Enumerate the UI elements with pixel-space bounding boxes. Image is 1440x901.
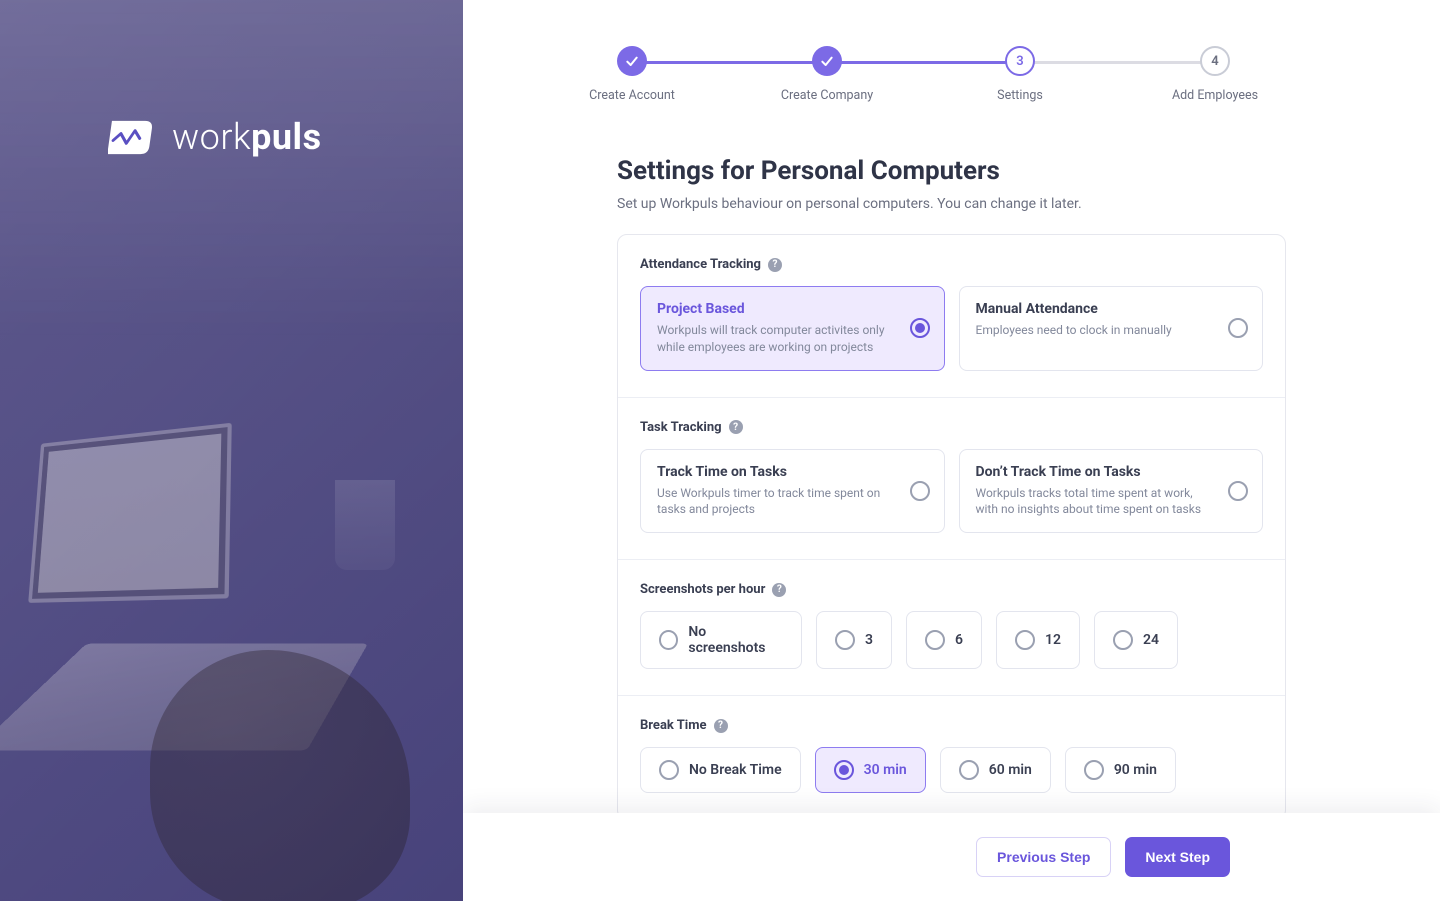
screenshots-option-3[interactable]: 3 [816, 611, 892, 669]
section-title-label: Attendance Tracking [640, 257, 761, 272]
section-title-label: Task Tracking [640, 420, 722, 435]
screenshots-option-none[interactable]: No screenshots [640, 611, 802, 669]
break-option-none[interactable]: No Break Time [640, 747, 801, 793]
brand-wordmark: workpuls [172, 116, 322, 158]
option-label: 12 [1045, 632, 1061, 648]
option-desc: Employees need to clock in manually [976, 322, 1213, 339]
settings-panel: Attendance Tracking ? Project Based Work… [617, 234, 1286, 820]
brand-mark-icon [108, 117, 158, 158]
radio-icon [959, 760, 979, 780]
attendance-section: Attendance Tracking ? Project Based Work… [618, 235, 1285, 397]
option-label: 30 min [864, 762, 907, 778]
radio-icon [1228, 318, 1248, 338]
radio-icon [659, 760, 679, 780]
attendance-option-project-based[interactable]: Project Based Workpuls will track comput… [640, 286, 945, 371]
step-add-employees: 4 [1200, 46, 1230, 76]
help-icon[interactable]: ? [729, 420, 743, 434]
step-label: Create Account [589, 88, 675, 103]
radio-icon [659, 630, 678, 650]
next-step-button[interactable]: Next Step [1125, 837, 1230, 877]
option-desc: Use Workpuls timer to track time spent o… [657, 485, 894, 519]
radio-icon [910, 481, 930, 501]
option-label: 90 min [1114, 762, 1157, 778]
step-label: Add Employees [1172, 88, 1258, 103]
brand-logo: workpuls [0, 0, 463, 158]
radio-icon [834, 760, 854, 780]
screenshots-section: Screenshots per hour ? No screenshots 3 [618, 559, 1285, 695]
step-settings: 3 [1005, 46, 1035, 76]
task-option-track[interactable]: Track Time on Tasks Use Workpuls timer t… [640, 449, 945, 534]
onboarding-stepper: Create Account Create Company 3 Settings… [617, 46, 1230, 100]
option-desc: Workpuls will track computer activites o… [657, 322, 894, 356]
check-icon [624, 53, 640, 69]
help-icon[interactable]: ? [768, 258, 782, 272]
step-label: Settings [997, 88, 1043, 103]
screenshots-option-12[interactable]: 12 [996, 611, 1080, 669]
radio-icon [1113, 630, 1133, 650]
help-icon[interactable]: ? [714, 719, 728, 733]
option-label: 6 [955, 632, 963, 648]
radio-icon [835, 630, 855, 650]
option-title: Don’t Track Time on Tasks [976, 464, 1213, 480]
option-label: 3 [865, 632, 873, 648]
option-label: 24 [1143, 632, 1159, 648]
option-title: Manual Attendance [976, 301, 1213, 317]
radio-icon [925, 630, 945, 650]
break-section: Break Time ? No Break Time 30 min [618, 695, 1285, 819]
section-title-label: Break Time [640, 718, 707, 733]
option-title: Track Time on Tasks [657, 464, 894, 480]
section-title-label: Screenshots per hour [640, 582, 765, 597]
attendance-option-manual[interactable]: Manual Attendance Employees need to cloc… [959, 286, 1264, 371]
break-option-90[interactable]: 90 min [1065, 747, 1176, 793]
radio-icon [1015, 630, 1035, 650]
page-title: Settings for Personal Computers [617, 156, 1286, 186]
screenshots-option-6[interactable]: 6 [906, 611, 982, 669]
check-icon [819, 53, 835, 69]
main-content: Create Account Create Company 3 Settings… [463, 0, 1440, 901]
screenshots-option-24[interactable]: 24 [1094, 611, 1178, 669]
break-option-60[interactable]: 60 min [940, 747, 1051, 793]
option-title: Project Based [657, 301, 894, 317]
option-label: No screenshots [688, 624, 783, 656]
step-create-account [617, 46, 647, 76]
task-option-dont-track[interactable]: Don’t Track Time on Tasks Workpuls track… [959, 449, 1264, 534]
wizard-footer: Previous Step Next Step [463, 813, 1440, 901]
task-section: Task Tracking ? Track Time on Tasks Use … [618, 397, 1285, 560]
step-create-company [812, 46, 842, 76]
step-label: Create Company [781, 88, 873, 103]
page-subtitle: Set up Workpuls behaviour on personal co… [617, 196, 1286, 212]
brand-sidebar: workpuls [0, 0, 463, 901]
break-option-30[interactable]: 30 min [815, 747, 926, 793]
radio-icon [1084, 760, 1104, 780]
option-label: 60 min [989, 762, 1032, 778]
option-desc: Workpuls tracks total time spent at work… [976, 485, 1213, 519]
previous-step-button[interactable]: Previous Step [976, 837, 1111, 877]
help-icon[interactable]: ? [772, 583, 786, 597]
radio-icon [910, 318, 930, 338]
radio-icon [1228, 481, 1248, 501]
option-label: No Break Time [689, 762, 782, 778]
